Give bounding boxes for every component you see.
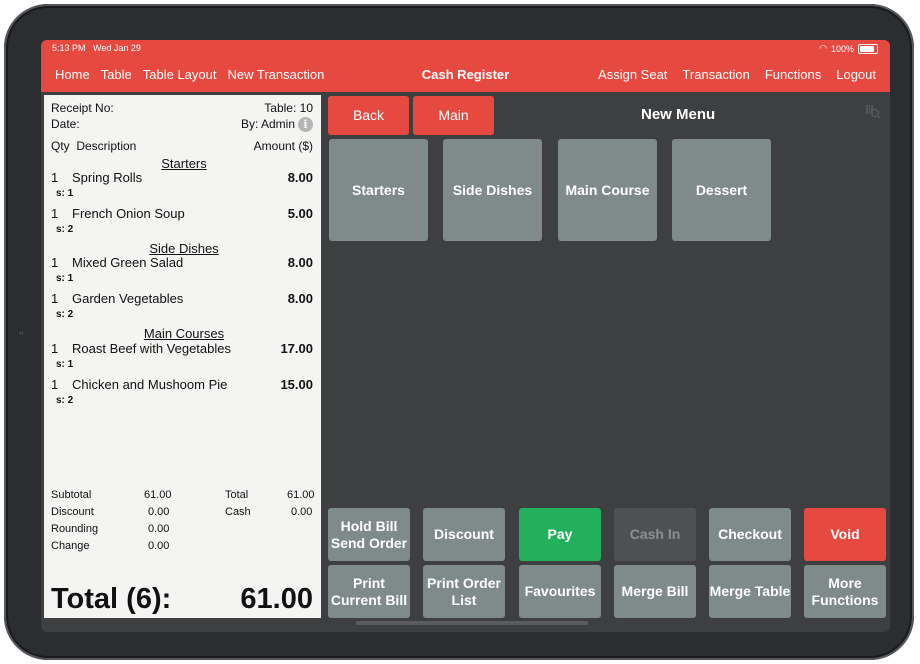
item-desc: Garden Vegetables <box>72 291 184 306</box>
rounding-value: 0.00 <box>148 523 170 535</box>
item-seat: s: 1 <box>56 359 74 370</box>
item-qty: 1 <box>51 341 59 356</box>
section-starters: Starters <box>161 156 207 171</box>
item-amount: 5.00 <box>287 206 313 221</box>
receipt-panel: Receipt No: Table: 10 Date: By: Admin i Q… <box>44 95 321 618</box>
item-seat: s: 1 <box>56 188 74 199</box>
tablet-frame: ‹‹ 5:13 PM Wed Jan 29 ◠ 100% Home Table … <box>4 4 914 660</box>
item-qty: 1 <box>51 377 59 392</box>
total-label: Total <box>225 489 249 501</box>
nav-left: Home Table Table Layout New Transaction <box>55 67 324 82</box>
discount-button[interactable]: Discount <box>423 508 505 561</box>
change-label: Change <box>51 540 90 552</box>
receipt-header-2: Date: By: Admin i <box>51 117 313 132</box>
battery-icon <box>858 43 878 54</box>
nav-right: Assign Seat Transaction Functions Logout <box>598 67 876 82</box>
category-dessert[interactable]: Dessert <box>672 139 771 241</box>
item-desc: Mixed Green Salad <box>72 255 184 270</box>
section-side-dishes: Side Dishes <box>149 241 219 256</box>
nav-home[interactable]: Home <box>55 67 90 82</box>
item-qty: 1 <box>51 291 59 306</box>
app-screen: 5:13 PM Wed Jan 29 ◠ 100% Home Table Tab… <box>41 40 890 632</box>
change-value: 0.00 <box>148 540 170 552</box>
grand-total: Total (6): 61.00 <box>51 583 313 616</box>
receipt-columns: Qty Description Amount ($) <box>51 139 313 153</box>
more-functions-button[interactable]: More Functions <box>804 565 886 618</box>
merge-table-button[interactable]: Merge Table <box>709 565 791 618</box>
total-value: 61.00 <box>287 489 315 501</box>
print-order-list-button[interactable]: Print Order List <box>423 565 505 618</box>
receipt-no-label: Receipt No: <box>51 101 114 115</box>
nav-transaction[interactable]: Transaction <box>682 67 749 82</box>
info-icon[interactable]: i <box>298 117 313 132</box>
nav-table[interactable]: Table <box>101 67 132 82</box>
receipt-by: By: Admin <box>240 117 295 131</box>
item-desc: Spring Rolls <box>72 170 143 185</box>
receipt-date-label: Date: <box>51 117 80 131</box>
item-desc: French Onion Soup <box>72 206 185 221</box>
status-time: 5:13 PM Wed Jan 29 <box>52 43 141 53</box>
receipt-by-wrap: By: Admin i <box>241 117 313 132</box>
nav-new-transaction[interactable]: New Transaction <box>228 67 325 82</box>
grand-total-label: Total (6): <box>51 583 172 615</box>
print-current-bill-button[interactable]: Print Current Bill <box>328 565 410 618</box>
item-qty: 1 <box>51 255 59 270</box>
back-button[interactable]: Back <box>328 96 409 135</box>
discount-label: Discount <box>51 506 94 518</box>
item-amount: 8.00 <box>287 291 313 306</box>
item-amount: 8.00 <box>287 170 313 185</box>
item-seat: s: 2 <box>56 309 74 320</box>
item-seat: s: 2 <box>56 395 74 406</box>
item-amount: 8.00 <box>287 255 313 270</box>
checkout-button[interactable]: Checkout <box>709 508 791 561</box>
void-button[interactable]: Void <box>804 508 886 561</box>
cash-label: Cash <box>225 506 251 518</box>
top-bar: 5:13 PM Wed Jan 29 ◠ 100% Home Table Tab… <box>41 40 890 92</box>
category-starters[interactable]: Starters <box>329 139 428 241</box>
item-desc: Chicken and Mushoom Pie <box>72 377 228 392</box>
favourites-button[interactable]: Favourites <box>519 565 601 618</box>
main-button[interactable]: Main <box>413 96 494 135</box>
col-amount: Amount ($) <box>253 139 313 153</box>
wifi-icon: ◠ <box>819 43 827 53</box>
side-button-icon: ‹‹ <box>19 330 24 337</box>
nav-logout[interactable]: Logout <box>836 67 876 82</box>
battery-percent: 100% <box>830 43 854 54</box>
item-seat: s: 1 <box>56 273 74 284</box>
item-qty: 1 <box>51 170 59 185</box>
item-desc: Roast Beef with Vegetables <box>72 341 231 356</box>
item-amount: 17.00 <box>280 341 313 356</box>
subtotal-label: Subtotal <box>51 489 92 501</box>
receipt-table: Table: 10 <box>264 101 313 115</box>
item-qty: 1 <box>51 206 59 221</box>
nav-assign-seat[interactable]: Assign Seat <box>598 67 667 82</box>
search-icon[interactable] <box>865 104 881 120</box>
home-indicator <box>356 621 588 625</box>
status-indicators: ◠ 100% <box>819 43 878 54</box>
receipt-header-1: Receipt No: Table: 10 <box>51 101 313 115</box>
section-main-courses: Main Courses <box>143 326 225 341</box>
subtotal-value: 61.00 <box>144 489 172 501</box>
item-amount: 15.00 <box>280 377 313 392</box>
nav-table-layout[interactable]: Table Layout <box>143 67 217 82</box>
grand-total-value: 61.00 <box>240 583 313 615</box>
rounding-label: Rounding <box>51 523 99 535</box>
status-date: Wed Jan 29 <box>93 43 141 53</box>
hold-bill-send-order-button[interactable]: Hold Bill Send Order <box>328 508 410 561</box>
category-side-dishes[interactable]: Side Dishes <box>443 139 542 241</box>
category-main-course[interactable]: Main Course <box>558 139 657 241</box>
cash-in-button[interactable]: Cash In <box>614 508 696 561</box>
merge-bill-button[interactable]: Merge Bill <box>614 565 696 618</box>
col-qty-desc: Qty Description <box>51 139 137 153</box>
menu-title: New Menu <box>641 106 716 123</box>
nav-functions[interactable]: Functions <box>765 67 821 82</box>
cash-value: 0.00 <box>291 506 313 518</box>
discount-value: 0.00 <box>148 506 170 518</box>
item-seat: s: 2 <box>56 224 74 235</box>
status-clock: 5:13 PM <box>52 43 86 53</box>
pay-button[interactable]: Pay <box>519 508 601 561</box>
